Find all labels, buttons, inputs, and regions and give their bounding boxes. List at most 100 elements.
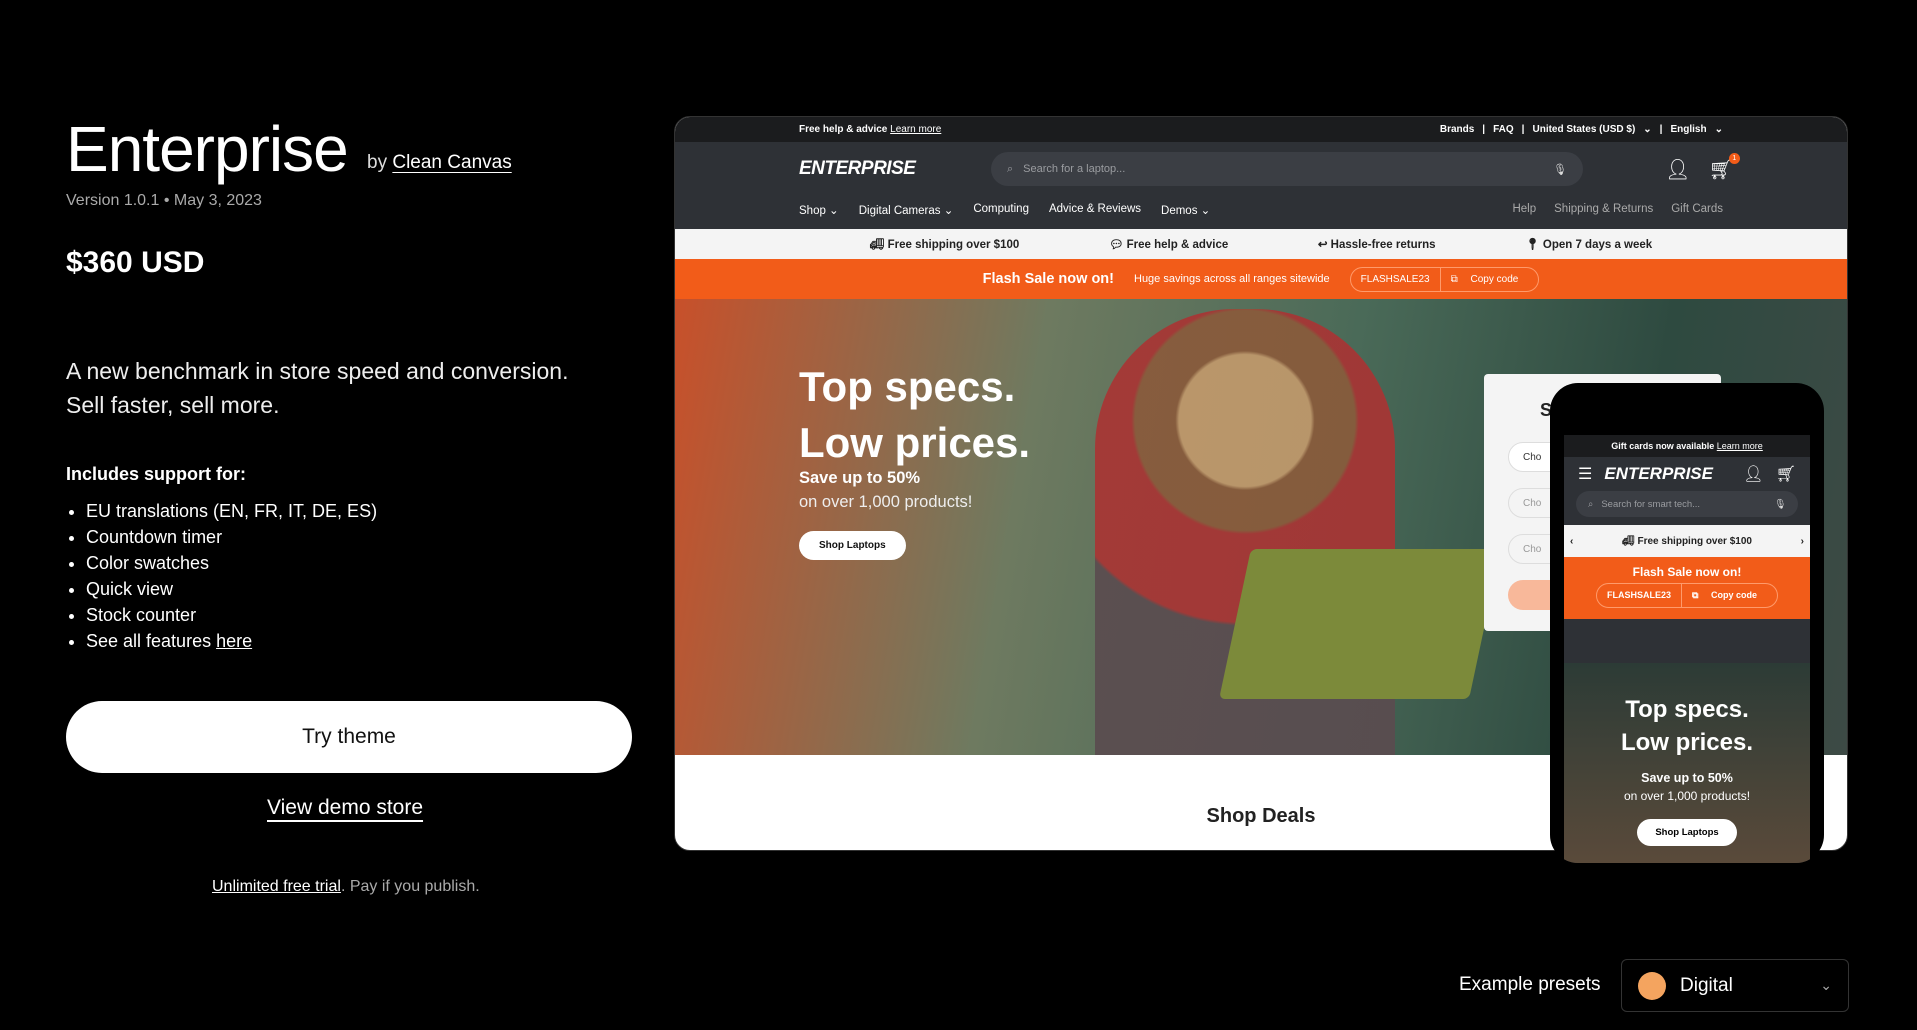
usp-item: 🚚︎ Free shipping over $100 — [870, 237, 1019, 251]
return-icon: ↩ — [1317, 239, 1328, 251]
discount-code: FLASHSALE23 ⧉ Copy code — [1349, 266, 1540, 292]
chevron-left-icon[interactable]: ‹ — [1570, 536, 1573, 547]
view-demo-store-link[interactable]: View demo store — [267, 796, 423, 820]
chat-icon: 💬︎ — [1108, 239, 1124, 251]
shop-laptops-button[interactable]: Shop Laptops — [799, 531, 906, 560]
chevron-down-icon: ⌄ — [1714, 124, 1723, 135]
mobile-topbar: Gift cards now available Learn more — [1564, 435, 1810, 457]
hero-heading: Top specs. Low prices. — [1564, 693, 1810, 759]
mobile-search-input[interactable]: ⌕ Search for smart tech... 🎙︎ — [1576, 491, 1798, 517]
microphone-icon[interactable]: 🎙︎ — [1553, 163, 1567, 176]
heading-line: Low prices. — [799, 419, 1031, 466]
usp-bar: 🚚︎ Free shipping over $100 💬︎ Free help … — [675, 229, 1847, 259]
nav-help[interactable]: Help — [1512, 203, 1536, 217]
country-select[interactable]: United States (USD $) — [1532, 124, 1635, 135]
heading-line: Top specs. — [799, 363, 1016, 410]
chevron-down-icon: ⌄ — [1820, 977, 1832, 993]
nav-gift-cards[interactable]: Gift Cards — [1671, 203, 1723, 217]
preset-color-swatch — [1638, 971, 1666, 1000]
free-trial-link[interactable]: Unlimited free trial — [212, 878, 341, 895]
faq-link[interactable]: FAQ — [1493, 124, 1514, 135]
usp-text: Free shipping over $100 — [1637, 535, 1752, 547]
nav-label: Shop — [799, 205, 826, 217]
tagline-line: A new benchmark in store speed and conve… — [66, 358, 569, 384]
mobile-topbar-text: Gift cards now available — [1611, 441, 1715, 451]
preset-value: Digital — [1680, 974, 1733, 996]
feature-item: Quick view — [86, 576, 377, 602]
mobile-flash-bar: Flash Sale now on! FLASHSALE23 ⧉ Copy code — [1564, 557, 1810, 619]
code-value: FLASHSALE23 — [1360, 273, 1430, 285]
learn-more-link[interactable]: Learn more — [1717, 441, 1763, 451]
cart-icon[interactable]: 🛒︎ — [1776, 464, 1796, 484]
tagline-line: Sell faster, sell more. — [66, 392, 280, 418]
usp-label: Free help & advice — [1126, 239, 1229, 251]
price: $360 USD — [66, 246, 205, 279]
author-link[interactable]: Clean Canvas — [392, 152, 511, 173]
trial-note-text: . Pay if you publish. — [340, 878, 480, 895]
mobile-preview: Gift cards now available Learn more ☰ ENT… — [1550, 383, 1824, 863]
heading-line: Top specs. — [1625, 696, 1749, 723]
feature-item: Color swatches — [86, 550, 377, 576]
nav-label: Demos — [1161, 205, 1198, 217]
see-all-text: See all features — [86, 631, 217, 651]
account-icon[interactable]: 👤︎ — [1743, 464, 1763, 484]
try-theme-button[interactable]: Try theme — [66, 701, 632, 773]
search-input[interactable]: ⌕ Search for a laptop... 🎙︎ — [991, 152, 1583, 186]
hero-sub: on over 1,000 products! — [1623, 789, 1751, 803]
usp-label: Hassle-free returns — [1330, 239, 1436, 251]
brands-link[interactable]: Brands — [1440, 124, 1474, 135]
flash-title: Flash Sale now on! — [982, 271, 1114, 287]
topbar-links: Brands | FAQ | United States (USD $) ⌄ | Englis… — [1439, 124, 1723, 135]
hero-sub: on over 1,000 products! — [799, 493, 973, 511]
search-placeholder: Search for a laptop... — [1023, 163, 1126, 175]
see-all-link[interactable]: here — [216, 631, 252, 651]
usp-item: 💬︎ Free help & advice — [1109, 237, 1228, 251]
menu-icon[interactable]: ☰ — [1578, 464, 1592, 484]
discount-code: FLASHSALE23 ⧉ Copy code — [1596, 583, 1778, 608]
nav-advice-reviews[interactable]: Advice & Reviews — [1049, 203, 1141, 217]
shop-laptops-button[interactable]: Shop Laptops — [1637, 819, 1737, 846]
example-presets-label: Example presets — [1459, 974, 1601, 995]
microphone-icon[interactable]: 🎙︎ — [1774, 499, 1786, 510]
theme-title: Enterprise — [66, 113, 349, 185]
store-logo[interactable]: ENTERPRISE — [799, 158, 916, 180]
preview-header: ENTERPRISE ⌕ Search for a laptop... 🎙︎ 👤︎ 🛒… — [675, 142, 1847, 229]
hero-save: Save up to 50% — [1641, 771, 1733, 785]
preset-select[interactable]: Digital ⌄ — [1621, 959, 1849, 1012]
copy-code-button[interactable]: ⧉ Copy code — [1439, 267, 1539, 291]
nav-digital-cameras[interactable]: Digital Cameras ⌄ — [859, 203, 954, 217]
chevron-right-icon[interactable]: › — [1801, 536, 1804, 547]
nav-shop[interactable]: Shop ⌄ — [799, 203, 839, 217]
trial-note: Unlimited free trial. Pay if you publish… — [212, 878, 480, 896]
flash-title: Flash Sale now on! — [1632, 565, 1742, 579]
search-icon: ⌕ — [1588, 498, 1594, 510]
usp-label: Free shipping over $100 — [887, 239, 1020, 251]
account-icon[interactable]: 👤︎ — [1665, 157, 1690, 182]
store-logo[interactable]: ENTERPRISE — [1604, 464, 1713, 484]
language-select[interactable]: English — [1670, 124, 1706, 135]
feature-item: EU translations (EN, FR, IT, DE, ES) — [86, 498, 377, 524]
flash-sale-bar: Flash Sale now on! Huge savings across a… — [675, 259, 1847, 299]
copy-code-button[interactable]: ⧉ Copy code — [1681, 584, 1777, 607]
includes-heading: Includes support for: — [66, 464, 246, 484]
cart-count-badge: 1 — [1728, 153, 1740, 164]
tagline: A new benchmark in store speed and conve… — [66, 354, 568, 422]
heading-line: Low prices. — [1620, 729, 1754, 756]
usp-label: Open 7 days a week — [1542, 239, 1653, 251]
cart-icon[interactable]: 🛒︎ 1 — [1708, 153, 1740, 182]
version-info: Version 1.0.1 • May 3, 2023 — [66, 192, 262, 209]
nav-computing[interactable]: Computing — [973, 203, 1029, 217]
feature-item: See all features here — [86, 628, 377, 654]
mobile-usp: ‹ 🚚︎ Free shipping over $100 › — [1564, 525, 1810, 557]
search-placeholder: Search for smart tech... — [1601, 498, 1701, 510]
nav-demos[interactable]: Demos ⌄ — [1161, 203, 1210, 217]
usp-label: 🚚︎ Free shipping over $100 — [1622, 535, 1752, 547]
feature-item: Stock counter — [86, 602, 377, 628]
nav-shipping-returns[interactable]: Shipping & Returns — [1554, 203, 1653, 217]
main-nav: Shop ⌄ Digital Cameras ⌄ Computing Advic… — [799, 203, 1723, 217]
author-line: by Clean Canvas — [367, 152, 512, 174]
preview-topbar: Free help & advice Learn more Brands | FAQ… — [675, 117, 1847, 142]
usp-item: ↩ Hassle-free returns — [1318, 237, 1436, 251]
topbar-help: Free help & advice Learn more — [799, 124, 941, 135]
learn-more-link[interactable]: Learn more — [890, 124, 941, 135]
